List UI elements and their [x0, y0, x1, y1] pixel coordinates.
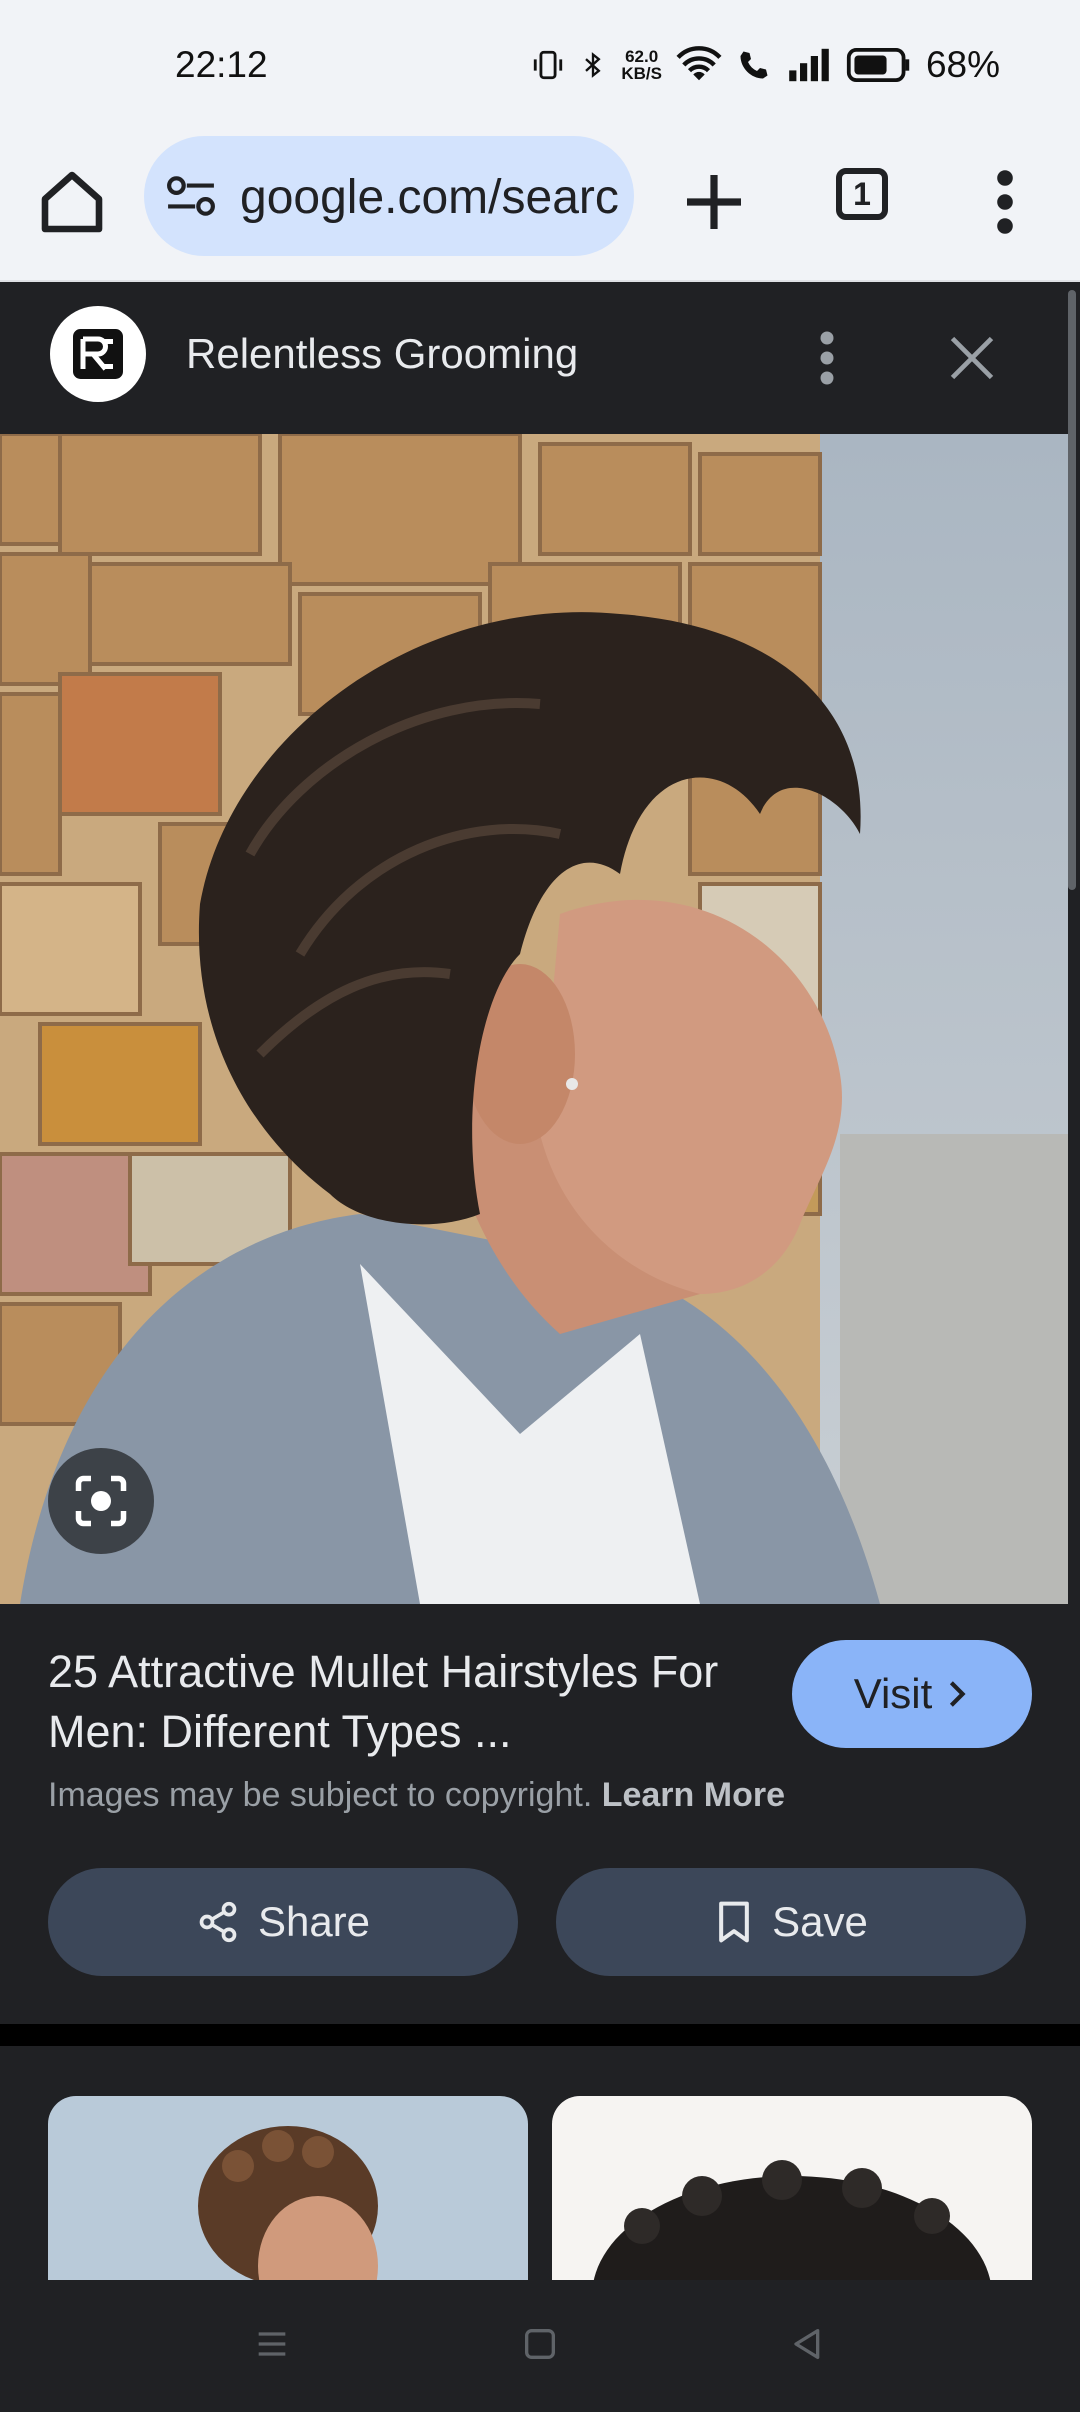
net-speed: 62.0 KB/S: [621, 48, 662, 82]
url-text[interactable]: google.com/search: [240, 170, 620, 225]
source-logo[interactable]: [50, 306, 146, 402]
mullet-haircut-photo: [0, 434, 1068, 1604]
menu-icon[interactable]: [252, 2324, 292, 2364]
status-icons: 62.0 KB/S 68%: [531, 44, 1000, 86]
share-button[interactable]: Share: [48, 1868, 518, 1976]
wifi-call-icon: [740, 51, 768, 79]
save-button[interactable]: Save: [556, 1868, 1026, 1976]
visit-label: Visit: [853, 1670, 933, 1717]
browser-toolbar: google.com/search 1: [0, 130, 1080, 282]
close-icon[interactable]: [946, 332, 998, 384]
vibrate-icon: [534, 50, 563, 80]
bookmark-icon: [719, 1901, 749, 1943]
more-vert-icon[interactable]: [990, 166, 1020, 238]
related-image-1[interactable]: [48, 2096, 528, 2282]
battery-percent: 68%: [925, 44, 1000, 85]
visit-button[interactable]: Visit: [792, 1640, 1032, 1748]
result-title[interactable]: 25 Attractive Mullet Hairstyles For Men:…: [48, 1642, 748, 1762]
status-time: 22:12: [175, 44, 268, 85]
lens-search-button[interactable]: [48, 1448, 154, 1554]
result-info: 25 Attractive Mullet Hairstyles For Men:…: [0, 1604, 1080, 2024]
section-divider: [0, 2024, 1080, 2046]
related-photo-1: [198, 2126, 378, 2282]
chevron-right-icon: [950, 1681, 966, 1707]
related-images: [0, 2046, 1080, 2282]
address-bar[interactable]: google.com/search: [144, 136, 634, 256]
home-icon[interactable]: [36, 166, 108, 238]
new-tab-plus-icon[interactable]: [678, 166, 750, 238]
lens-icon: [75, 1475, 127, 1527]
related-photo-2: [593, 2160, 991, 2282]
scrollbar-thumb[interactable]: [1068, 290, 1076, 890]
save-label: Save: [772, 1898, 868, 1945]
bluetooth-icon: [585, 52, 601, 78]
tab-switcher-button[interactable]: 1: [836, 168, 888, 220]
net-speed-value: 62.0: [625, 47, 659, 66]
related-image-2[interactable]: [552, 2096, 1032, 2282]
more-vert-icon[interactable]: [812, 328, 842, 388]
net-speed-unit: KB/S: [621, 64, 662, 83]
battery-icon: [846, 48, 910, 82]
share-icon: [199, 1901, 237, 1943]
home-square-icon[interactable]: [520, 2324, 560, 2364]
tune-icon[interactable]: [166, 174, 216, 218]
system-nav-bar: [0, 2280, 1080, 2412]
wifi-icon: [676, 46, 722, 81]
signal-icon: [789, 48, 829, 82]
source-name[interactable]: Relentless Grooming: [186, 330, 578, 378]
copyright-text: Images may be subject to copyright.: [48, 1776, 593, 1814]
share-label: Share: [257, 1898, 371, 1945]
copyright-notice: Images may be subject to copyright. Lear…: [48, 1776, 785, 1815]
learn-more-link[interactable]: Learn More: [602, 1776, 785, 1814]
back-icon[interactable]: [786, 2324, 826, 2364]
image-viewer-header: Relentless Grooming: [0, 282, 1080, 434]
relentless-grooming-logo-icon: [73, 329, 123, 379]
result-image[interactable]: [0, 434, 1068, 1604]
status-bar: 22:12 62.0 KB/S 68%: [0, 0, 1080, 130]
